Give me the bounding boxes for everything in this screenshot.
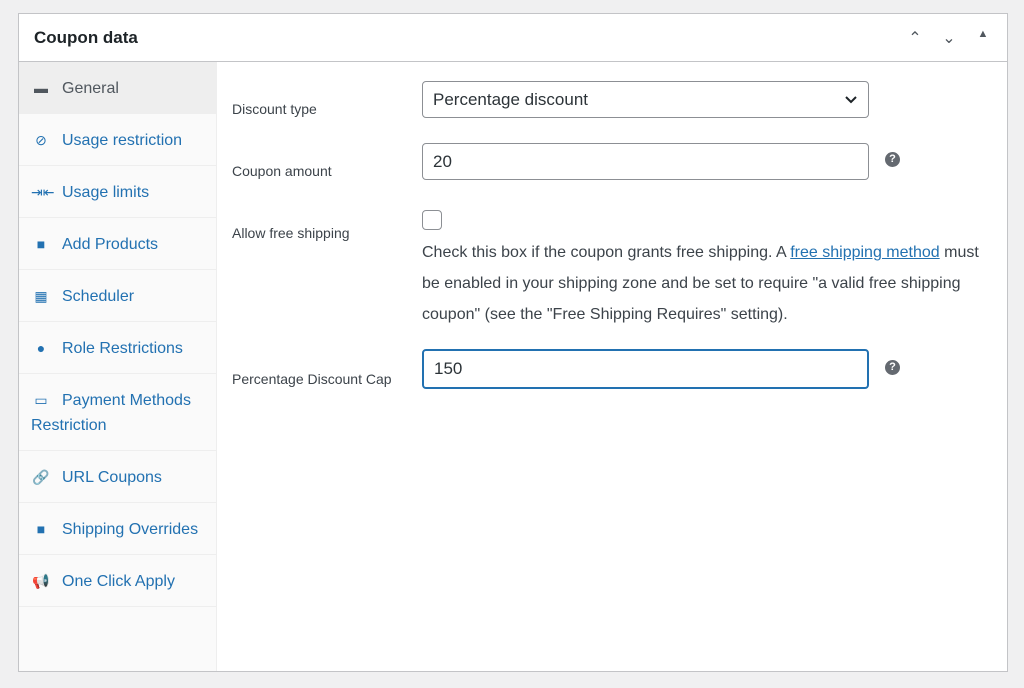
coupon-amount-label: Coupon amount	[232, 163, 332, 179]
sidebar-item-label: One Click Apply	[62, 573, 175, 590]
sidebar-item-label: General	[62, 80, 119, 97]
sidebar-item-label: URL Coupons	[62, 469, 162, 486]
sidebar-item-label: Usage restriction	[62, 132, 183, 149]
general-panel: Discount type Percentage discount Coupon…	[218, 62, 1007, 671]
sidebar-item-shipping-overrides[interactable]: ■ Shipping Overrides	[19, 503, 216, 555]
calendar-icon: ▦	[34, 288, 48, 304]
free-shipping-label: Allow free shipping	[232, 225, 350, 241]
move-down-icon[interactable]: ⌄	[939, 28, 959, 48]
sidebar-item-general[interactable]: ▬ General	[19, 62, 216, 114]
sidebar-item-one-click-apply[interactable]: 📢 One Click Apply	[19, 555, 216, 607]
panel-title: Coupon data	[34, 27, 138, 47]
discount-cap-input[interactable]: 150	[422, 349, 869, 389]
sidebar-item-role-restrictions[interactable]: ● Role Restrictions	[19, 322, 216, 374]
free-shipping-description: Check this box if the coupon grants free…	[422, 237, 982, 330]
sidebar-item-usage-restriction[interactable]: ⊘ Usage restriction	[19, 114, 216, 166]
megaphone-icon: 📢	[32, 573, 50, 589]
sidebar-item-label: Role Restrictions	[62, 340, 183, 357]
desc-text: Check this box if the coupon grants free…	[422, 244, 791, 261]
chevron-down-icon	[845, 95, 857, 103]
bag-icon: ■	[36, 236, 46, 252]
discount-cap-label: Percentage Discount Cap	[232, 371, 392, 387]
discount-type-select[interactable]: Percentage discount	[422, 81, 869, 118]
panel-header: Coupon data ⌃ ⌄ ▲	[19, 14, 1007, 62]
discount-type-value: Percentage discount	[433, 89, 588, 109]
sidebar-item-url-coupons[interactable]: 🔗 URL Coupons	[19, 451, 216, 503]
sidebar-item-scheduler[interactable]: ▦ Scheduler	[19, 270, 216, 322]
coupon-amount-value: 20	[433, 151, 452, 171]
ticket-icon: ▬	[34, 80, 48, 96]
sidebar-item-payment-methods-restriction[interactable]: ▭ Payment Methods Restriction	[19, 374, 216, 451]
free-shipping-method-link[interactable]: free shipping method	[790, 244, 939, 261]
card-icon: ▭	[34, 392, 48, 408]
sidebar-item-label: Usage limits	[62, 184, 150, 201]
coupon-tabs: ▬ General ⊘ Usage restriction ⇥⇤ Usage limits…	[19, 62, 217, 671]
sidebar-item-label: Payment Methods Restriction	[31, 392, 191, 434]
limits-icon: ⇥⇤	[31, 184, 55, 200]
discount-cap-value: 150	[434, 359, 463, 378]
link-icon: 🔗	[32, 469, 50, 485]
coupon-data-panel: Coupon data ⌃ ⌄ ▲ ▬ General ⊘ Usage restricti…	[18, 13, 1008, 672]
sidebar-item-label: Scheduler	[62, 288, 135, 305]
user-icon: ●	[36, 340, 46, 356]
free-shipping-checkbox[interactable]	[422, 210, 442, 230]
collapse-icon[interactable]: ▲	[973, 28, 993, 48]
truck-icon: ■	[36, 521, 46, 537]
help-icon[interactable]: ?	[885, 360, 900, 375]
move-up-icon[interactable]: ⌃	[905, 28, 925, 48]
help-icon[interactable]: ?	[885, 152, 900, 167]
sidebar-item-usage-limits[interactable]: ⇥⇤ Usage limits	[19, 166, 216, 218]
sidebar-item-add-products[interactable]: ■ Add Products	[19, 218, 216, 270]
discount-type-label: Discount type	[232, 101, 317, 117]
block-icon: ⊘	[35, 132, 47, 148]
sidebar-item-label: Add Products	[62, 236, 159, 253]
coupon-amount-input[interactable]: 20	[422, 143, 869, 180]
sidebar-item-label: Shipping Overrides	[62, 521, 199, 538]
